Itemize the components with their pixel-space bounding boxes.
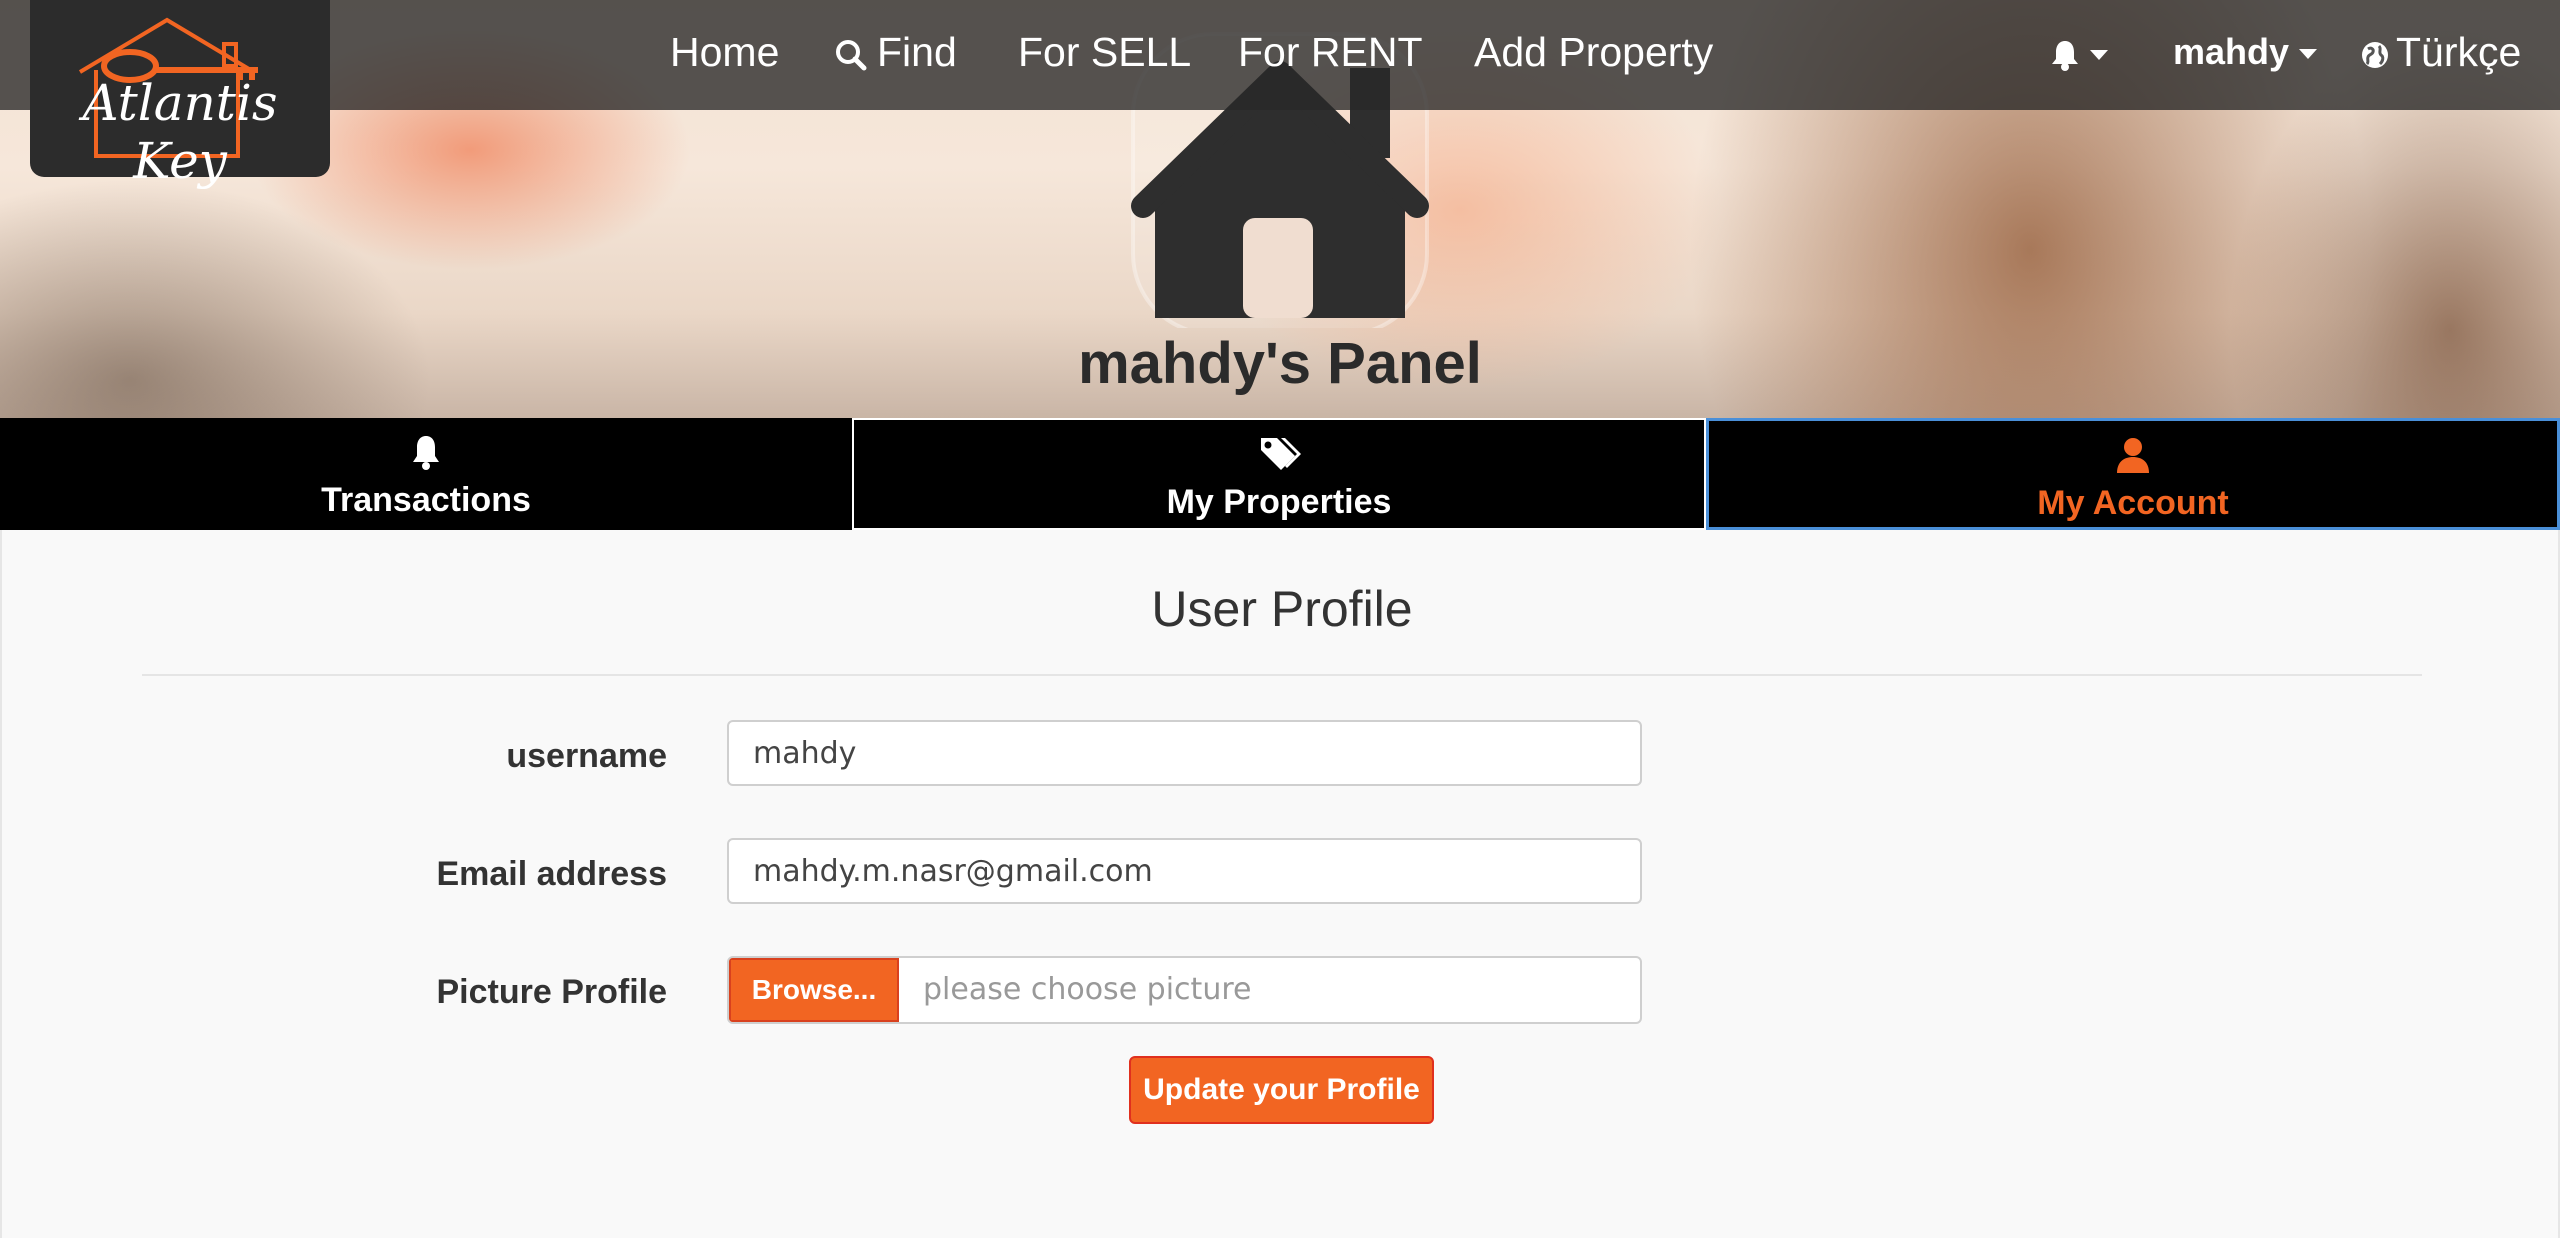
tab-transactions-label: Transactions — [321, 481, 531, 519]
tab-transactions[interactable]: Transactions — [0, 418, 852, 530]
email-input[interactable] — [727, 838, 1642, 904]
tab-my-properties-label: My Properties — [1166, 483, 1392, 521]
user-icon — [2117, 438, 2149, 473]
nav-for-sell[interactable]: For SELL — [1018, 22, 1191, 82]
nav-for-rent-label: For RENT — [1238, 29, 1423, 75]
language-label: Türkçe — [2396, 29, 2522, 75]
browse-button[interactable]: Browse... — [729, 958, 899, 1022]
username-label: username — [506, 737, 667, 775]
brand-name: Atlantis Key — [82, 74, 278, 190]
language-switch[interactable]: Türkçe — [2360, 22, 2521, 82]
user-menu-label: mahdy — [2173, 31, 2290, 72]
nav-home[interactable]: Home — [670, 22, 779, 82]
nav-add-property-label: Add Property — [1474, 29, 1714, 75]
user-menu-dropdown[interactable]: mahdy — [2173, 22, 2318, 82]
nav-home-label: Home — [670, 29, 780, 75]
globe-icon — [2362, 42, 2388, 69]
panel-title: mahdy's Panel — [1078, 331, 1482, 396]
username-input[interactable] — [727, 720, 1642, 786]
nav-find[interactable]: Find — [835, 22, 957, 82]
panel-tabs: Transactions My Properties My Account — [0, 418, 2560, 530]
picture-file-input[interactable]: Browse... please choose picture — [727, 956, 1642, 1024]
chevron-down-icon — [2090, 50, 2108, 61]
tab-my-account-label: My Account — [2037, 484, 2229, 522]
tab-my-properties[interactable]: My Properties — [852, 418, 1706, 530]
tags-icon — [1261, 438, 1301, 470]
profile-section: User Profile username Email address Pict… — [0, 530, 2560, 1238]
bell-icon — [413, 436, 439, 470]
top-navbar: Home Find For SELL For RENT Add Property… — [0, 0, 2560, 110]
search-icon — [836, 40, 867, 71]
divider — [142, 674, 2422, 676]
picture-label: Picture Profile — [436, 973, 667, 1011]
nav-for-sell-label: For SELL — [1018, 29, 1192, 75]
section-title: User Profile — [1151, 581, 1413, 637]
update-profile-button[interactable]: Update your Profile — [1129, 1056, 1434, 1124]
nav-for-rent[interactable]: For RENT — [1238, 22, 1423, 82]
brand-logo[interactable]: Atlantis Key — [30, 0, 330, 190]
nav-add-property[interactable]: Add Property — [1474, 22, 1713, 82]
nav-find-label: Find — [877, 29, 957, 75]
tab-my-account[interactable]: My Account — [1706, 418, 2560, 530]
email-label: Email address — [436, 855, 667, 893]
chevron-down-icon — [2299, 49, 2318, 60]
bell-icon — [2052, 41, 2078, 72]
notifications-dropdown[interactable] — [2050, 22, 2108, 82]
picture-placeholder: please choose picture — [923, 972, 1252, 1007]
